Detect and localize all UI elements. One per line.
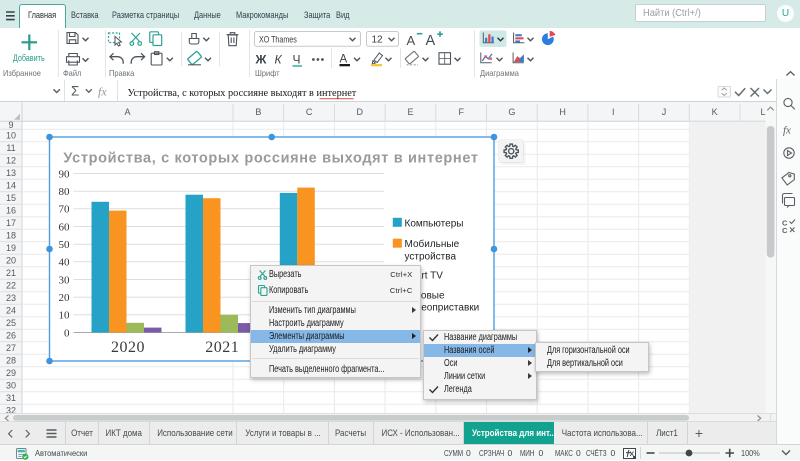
svg-text:17: 17 <box>6 218 16 228</box>
svg-text:2021: 2021 <box>205 339 239 356</box>
svg-text:28: 28 <box>6 356 16 366</box>
svg-text:31: 31 <box>6 393 16 403</box>
svg-text:B: B <box>255 107 261 117</box>
svg-text:Компьютеры: Компьютеры <box>405 218 464 229</box>
svg-text:23: 23 <box>6 293 16 303</box>
svg-text:10: 10 <box>59 310 71 322</box>
svg-text:Ж: Ж <box>255 53 267 67</box>
svg-text:20: 20 <box>6 256 16 266</box>
svg-text:F: F <box>458 107 464 117</box>
svg-text:50: 50 <box>59 239 71 251</box>
svg-text:С: С <box>782 226 788 235</box>
svg-text:12: 12 <box>6 156 16 166</box>
svg-text:21: 21 <box>6 268 16 278</box>
svg-text:10: 10 <box>6 131 16 141</box>
svg-text:J: J <box>662 107 667 117</box>
svg-text:24: 24 <box>6 306 16 316</box>
svg-text:Устройства, с которых россияне: Устройства, с которых россияне выходят в… <box>63 150 478 166</box>
svg-text:14: 14 <box>6 181 16 191</box>
svg-text:19: 19 <box>6 243 16 253</box>
svg-text:20: 20 <box>59 292 71 304</box>
svg-text:16: 16 <box>6 206 16 216</box>
svg-text:0: 0 <box>64 327 70 339</box>
svg-text:15: 15 <box>6 193 16 203</box>
svg-text:70: 70 <box>59 204 71 216</box>
svg-text:2020: 2020 <box>111 339 145 356</box>
svg-text:H: H <box>559 107 566 117</box>
svg-text:D: D <box>357 107 364 117</box>
svg-text:26: 26 <box>6 331 16 341</box>
svg-text:40: 40 <box>59 257 71 269</box>
svg-text:18: 18 <box>6 231 16 241</box>
svg-text:Мобильные: Мобильные <box>405 238 460 250</box>
svg-text:12: 12 <box>372 34 384 45</box>
svg-text:XO Thames: XO Thames <box>259 33 297 44</box>
svg-text:32: 32 <box>6 406 16 413</box>
svg-text:27: 27 <box>6 343 16 353</box>
svg-text:Σ: Σ <box>71 84 79 99</box>
svg-text:Добавить: Добавить <box>13 52 45 63</box>
svg-text:80: 80 <box>59 186 71 198</box>
svg-text:I: I <box>612 107 615 117</box>
svg-text:13: 13 <box>6 168 16 178</box>
svg-text:L: L <box>760 107 765 117</box>
svg-text:C: C <box>306 107 313 117</box>
svg-text:А: А <box>426 33 436 49</box>
svg-text:G: G <box>508 107 515 117</box>
svg-text:60: 60 <box>59 221 71 233</box>
svg-text:11: 11 <box>6 143 15 153</box>
svg-text:А: А <box>340 54 348 66</box>
svg-text:29: 29 <box>6 368 16 378</box>
svg-text:устройства: устройства <box>405 251 457 262</box>
svg-text:30: 30 <box>59 274 71 286</box>
svg-text:fx: fx <box>98 85 107 99</box>
svg-text:fx: fx <box>783 125 791 137</box>
svg-text:9: 9 <box>8 120 13 130</box>
svg-text:25: 25 <box>6 318 16 328</box>
svg-text:30: 30 <box>6 381 16 391</box>
svg-text:A: A <box>124 107 130 117</box>
svg-text:Устройства, с которых россияне: Устройства, с которых россияне выходят в… <box>128 88 357 99</box>
svg-text:К: К <box>275 53 283 67</box>
svg-text:90: 90 <box>59 168 71 180</box>
svg-text:E: E <box>407 107 413 117</box>
svg-text:А: А <box>407 33 416 48</box>
svg-text:K: K <box>712 107 718 117</box>
svg-text:22: 22 <box>6 281 16 291</box>
svg-text:Ч: Ч <box>293 53 301 67</box>
